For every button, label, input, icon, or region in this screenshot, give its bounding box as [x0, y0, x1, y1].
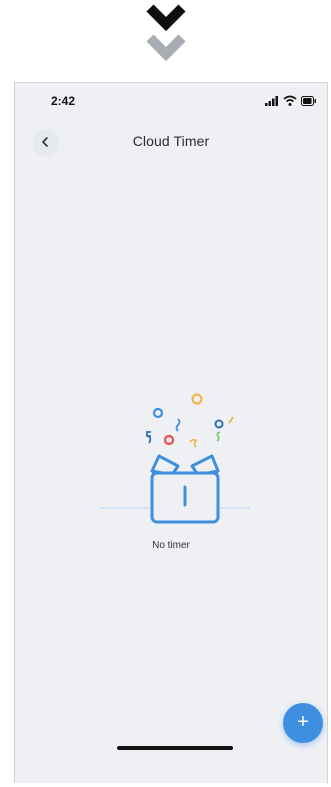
status-icons [265, 95, 316, 106]
page: 2:42 Cloud Timer No timer + [0, 0, 331, 787]
home-indicator [117, 746, 233, 750]
status-time: 2:42 [51, 94, 76, 108]
empty-state-message: No timer [152, 540, 190, 551]
battery-icon [301, 96, 316, 106]
signal-icon [265, 96, 278, 106]
double-chevron-down-icon [146, 4, 186, 62]
phone-screen: 2:42 Cloud Timer No timer + [14, 82, 328, 783]
page-title: Cloud Timer [132, 133, 210, 149]
header: Cloud Timer [15, 127, 327, 159]
add-timer-button[interactable]: + [283, 703, 323, 743]
status-bar: 2:42 [15, 83, 327, 123]
wifi-icon [283, 95, 297, 106]
gift-box-icon [100, 393, 250, 524]
